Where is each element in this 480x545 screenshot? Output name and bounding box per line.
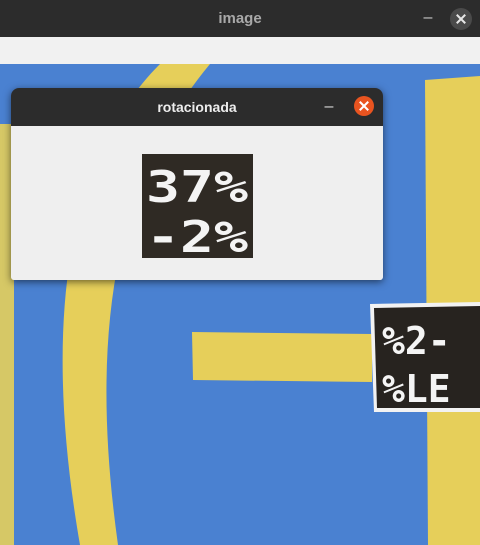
outer-window-title: image xyxy=(218,10,262,27)
outer-toolbar xyxy=(0,37,480,64)
display-line2: -2% xyxy=(146,212,249,258)
background-display: %2- %LE xyxy=(370,302,480,412)
rotated-window-titlebar: rotacionada – xyxy=(11,88,383,126)
background-display-line1: %2- xyxy=(382,319,451,363)
outer-titlebar: image – xyxy=(0,0,480,37)
rotated-window-body: 37% -2% xyxy=(11,126,383,280)
outer-minimize-button[interactable]: – xyxy=(418,6,438,30)
rotated-minimize-button[interactable]: – xyxy=(319,96,339,118)
rotated-close-button[interactable] xyxy=(354,96,374,116)
rotated-display-image: 37% -2% xyxy=(142,154,253,258)
yellow-bar xyxy=(192,332,372,382)
rotated-window: rotacionada – 37% -2% xyxy=(11,88,383,280)
outer-close-button[interactable] xyxy=(450,8,472,30)
display-line1: 37% xyxy=(146,162,249,213)
background-display-line2: %LE xyxy=(382,367,451,411)
